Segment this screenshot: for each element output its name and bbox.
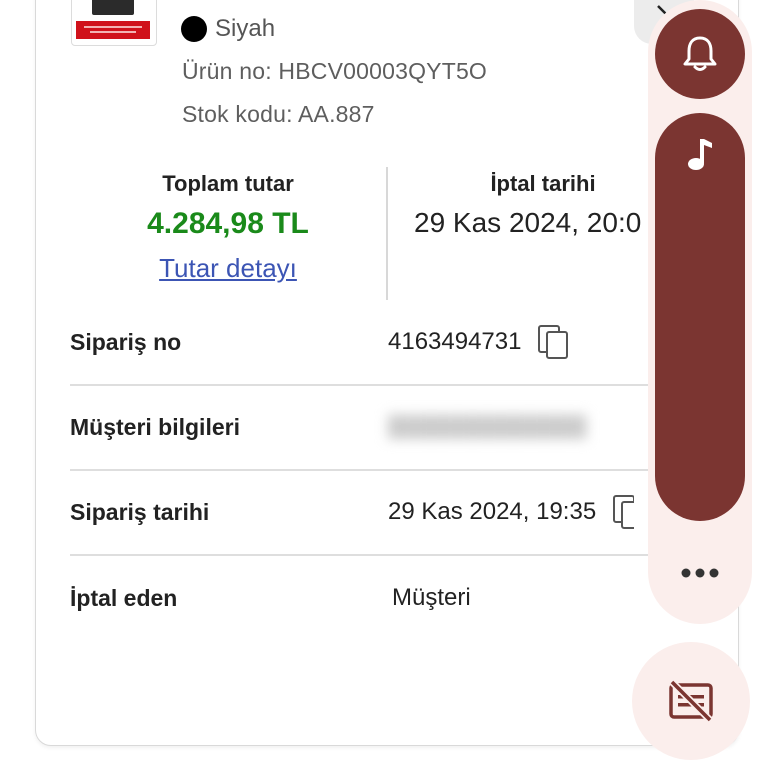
total-label: Toplam tutar (162, 171, 294, 196)
order-date-value-wrap: 29 Kas 2024, 19:35 (388, 494, 635, 530)
color-label: Siyah (215, 15, 276, 42)
color-swatch (181, 16, 207, 42)
order-date-value: 29 Kas 2024, 19:35 (388, 498, 597, 525)
customer-info-row[interactable]: Müşteri bilgileri ██████████████ (70, 385, 648, 471)
more-horizontal-icon (681, 568, 719, 578)
order-summary: Toplam tutar 4.284,98 TL Tutar detayı İp… (70, 165, 648, 300)
total-amount-value: 4.284,98 TL (147, 207, 309, 240)
captions-toggle-button[interactable] (632, 642, 750, 760)
cancelled-by-value: Müşteri (392, 584, 471, 611)
bell-icon (683, 36, 717, 71)
product-thumbnail[interactable] (71, 0, 157, 46)
more-options-button[interactable] (666, 550, 734, 596)
order-no-value-wrap: 4163494731 (388, 324, 571, 360)
total-amount-section: Toplam tutar 4.284,98 TL Tutar detayı (70, 165, 386, 284)
music-note-icon (688, 139, 712, 170)
copy-icon[interactable] (537, 324, 571, 360)
order-no-label: Sipariş no (70, 328, 182, 355)
order-no-value: 4163494731 (388, 328, 522, 355)
product-image-printer (92, 0, 134, 15)
customer-info-redacted: ██████████████ (388, 415, 587, 438)
order-date-label: Sipariş tarihi (70, 498, 210, 525)
customer-info-label: Müşteri bilgileri (70, 413, 240, 440)
product-color: Siyah (181, 14, 275, 44)
cancelled-by-row: İptal eden Müşteri (70, 556, 648, 640)
copy-icon[interactable] (612, 494, 635, 530)
product-image-banner (76, 21, 150, 39)
stock-code: Stok kodu: AA.887 (182, 101, 375, 127)
order-date-row: Sipariş tarihi 29 Kas 2024, 19:35 (70, 470, 648, 556)
notifications-button[interactable] (655, 9, 745, 99)
product-number: Ürün no: HBCV00003QYT5O (182, 58, 488, 84)
captions-off-icon (669, 680, 713, 722)
order-no-row: Sipariş no 4163494731 (70, 300, 648, 386)
cancelled-by-label: İptal eden (70, 584, 178, 611)
customer-info-value: ██████████████ (388, 416, 586, 439)
music-button[interactable] (655, 113, 745, 521)
amount-detail-link[interactable]: Tutar detayı (159, 253, 297, 284)
